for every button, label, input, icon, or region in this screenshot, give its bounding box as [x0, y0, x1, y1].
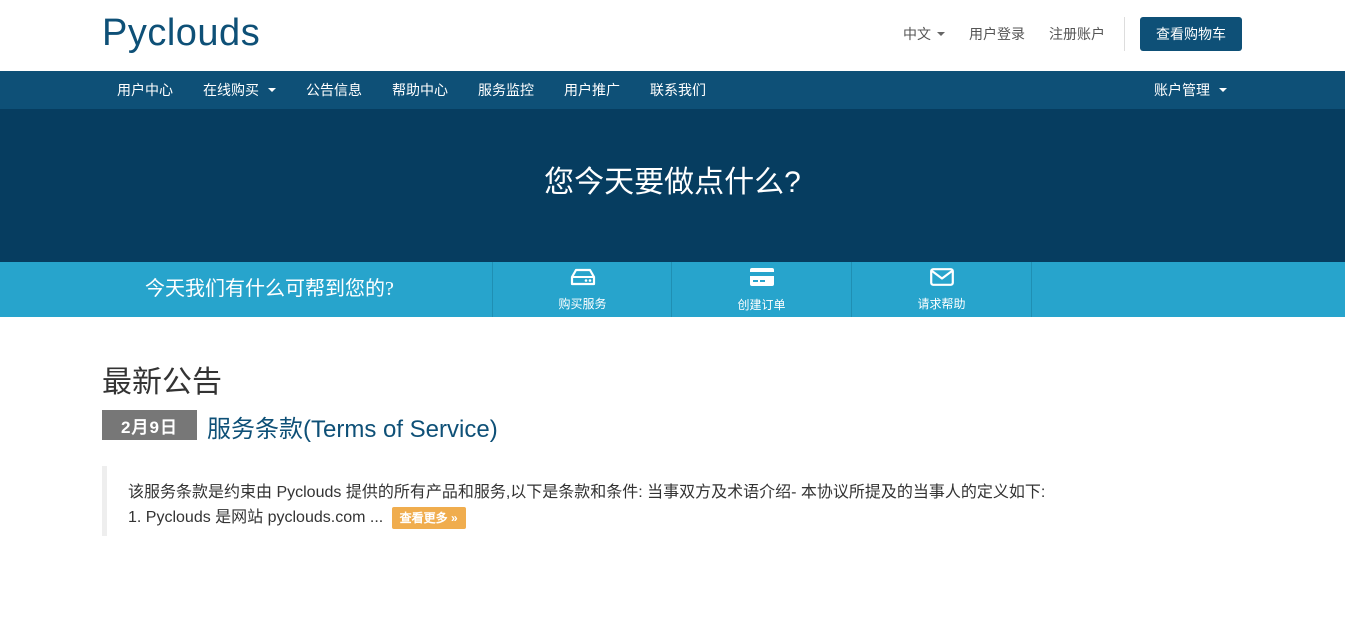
- nav-item-label: 联系我们: [650, 82, 706, 98]
- site-header: Pyclouds 中文 用户登录 注册账户 查看购物车: [0, 0, 1345, 71]
- caret-down-icon: [268, 88, 276, 92]
- post-date-badge: 2月9日: [102, 410, 197, 440]
- action-label: 创建订单: [737, 297, 786, 312]
- post-excerpt: 该服务条款是约束由 Pyclouds 提供的所有产品和服务,以下是条款和条件: …: [102, 466, 1202, 536]
- hero-title: 您今天要做点什么?: [544, 165, 801, 199]
- top-links: 中文 用户登录 注册账户 查看购物车: [879, 17, 1242, 51]
- nav-item-label: 在线购买: [203, 82, 259, 98]
- action-bar-divider: [1031, 262, 1032, 317]
- credit-card-icon: [749, 267, 775, 292]
- language-label: 中文: [903, 26, 931, 42]
- header-divider: [1124, 17, 1125, 51]
- site-logo[interactable]: Pyclouds: [102, 12, 260, 55]
- nav-item-announcements[interactable]: 公告信息: [291, 71, 377, 109]
- nav-item-label: 用户中心: [117, 82, 173, 98]
- caret-down-icon: [1219, 88, 1227, 92]
- caret-down-icon: [937, 32, 945, 36]
- nav-items: 用户中心 在线购买 公告信息 帮助中心 服务监控 用户推广 联系我们: [102, 71, 721, 109]
- server-icon: [570, 268, 596, 291]
- nav-item-service-monitor[interactable]: 服务监控: [463, 71, 549, 109]
- post-title-link[interactable]: 服务条款(Terms of Service): [207, 409, 498, 444]
- action-label: 请求帮助: [917, 296, 966, 311]
- nav-item-buy-online[interactable]: 在线购买: [188, 71, 291, 109]
- nav-item-label: 服务监控: [478, 82, 534, 98]
- announcements-heading: 最新公告: [102, 366, 222, 399]
- nav-item-label: 账户管理: [1154, 82, 1210, 98]
- envelope-icon: [929, 267, 954, 291]
- nav-item-help-center[interactable]: 帮助中心: [377, 71, 463, 109]
- hero-banner: 您今天要做点什么?: [0, 109, 1345, 262]
- nav-item-affiliate[interactable]: 用户推广: [549, 71, 635, 109]
- register-link[interactable]: 注册账户: [1049, 24, 1105, 44]
- login-link[interactable]: 用户登录: [969, 24, 1025, 44]
- buy-service-button[interactable]: 购买服务: [492, 262, 672, 317]
- view-cart-button[interactable]: 查看购物车: [1140, 17, 1242, 51]
- nav-item-account-management[interactable]: 账户管理: [1139, 71, 1242, 109]
- create-order-button[interactable]: 创建订单: [671, 262, 851, 317]
- action-label: 购买服务: [558, 296, 607, 311]
- nav-item-label: 用户推广: [564, 82, 620, 98]
- language-dropdown[interactable]: 中文: [903, 24, 945, 44]
- post-excerpt-line: 该服务条款是约束由 Pyclouds 提供的所有产品和服务,以下是条款和条件: …: [128, 484, 1046, 501]
- action-bar: 今天我们有什么可帮到您的? 购买服务 创建订单 请求帮助: [0, 262, 1345, 317]
- nav-right: 账户管理: [1139, 71, 1242, 109]
- help-prompt: 今天我们有什么可帮到您的?: [145, 278, 394, 300]
- post-excerpt-line-2: 1. Pyclouds 是网站 pyclouds.com ... 查看更多 »: [128, 505, 1202, 530]
- post-excerpt-text: 1. Pyclouds 是网站 pyclouds.com ...: [128, 509, 384, 526]
- read-more-button[interactable]: 查看更多 »: [391, 506, 466, 529]
- nav-item-contact[interactable]: 联系我们: [635, 71, 721, 109]
- main-nav: 用户中心 在线购买 公告信息 帮助中心 服务监控 用户推广 联系我们 账户管理: [0, 71, 1345, 109]
- nav-item-label: 公告信息: [306, 82, 362, 98]
- nav-item-label: 帮助中心: [392, 82, 448, 98]
- request-help-button[interactable]: 请求帮助: [851, 262, 1031, 317]
- nav-item-user-center[interactable]: 用户中心: [102, 71, 188, 109]
